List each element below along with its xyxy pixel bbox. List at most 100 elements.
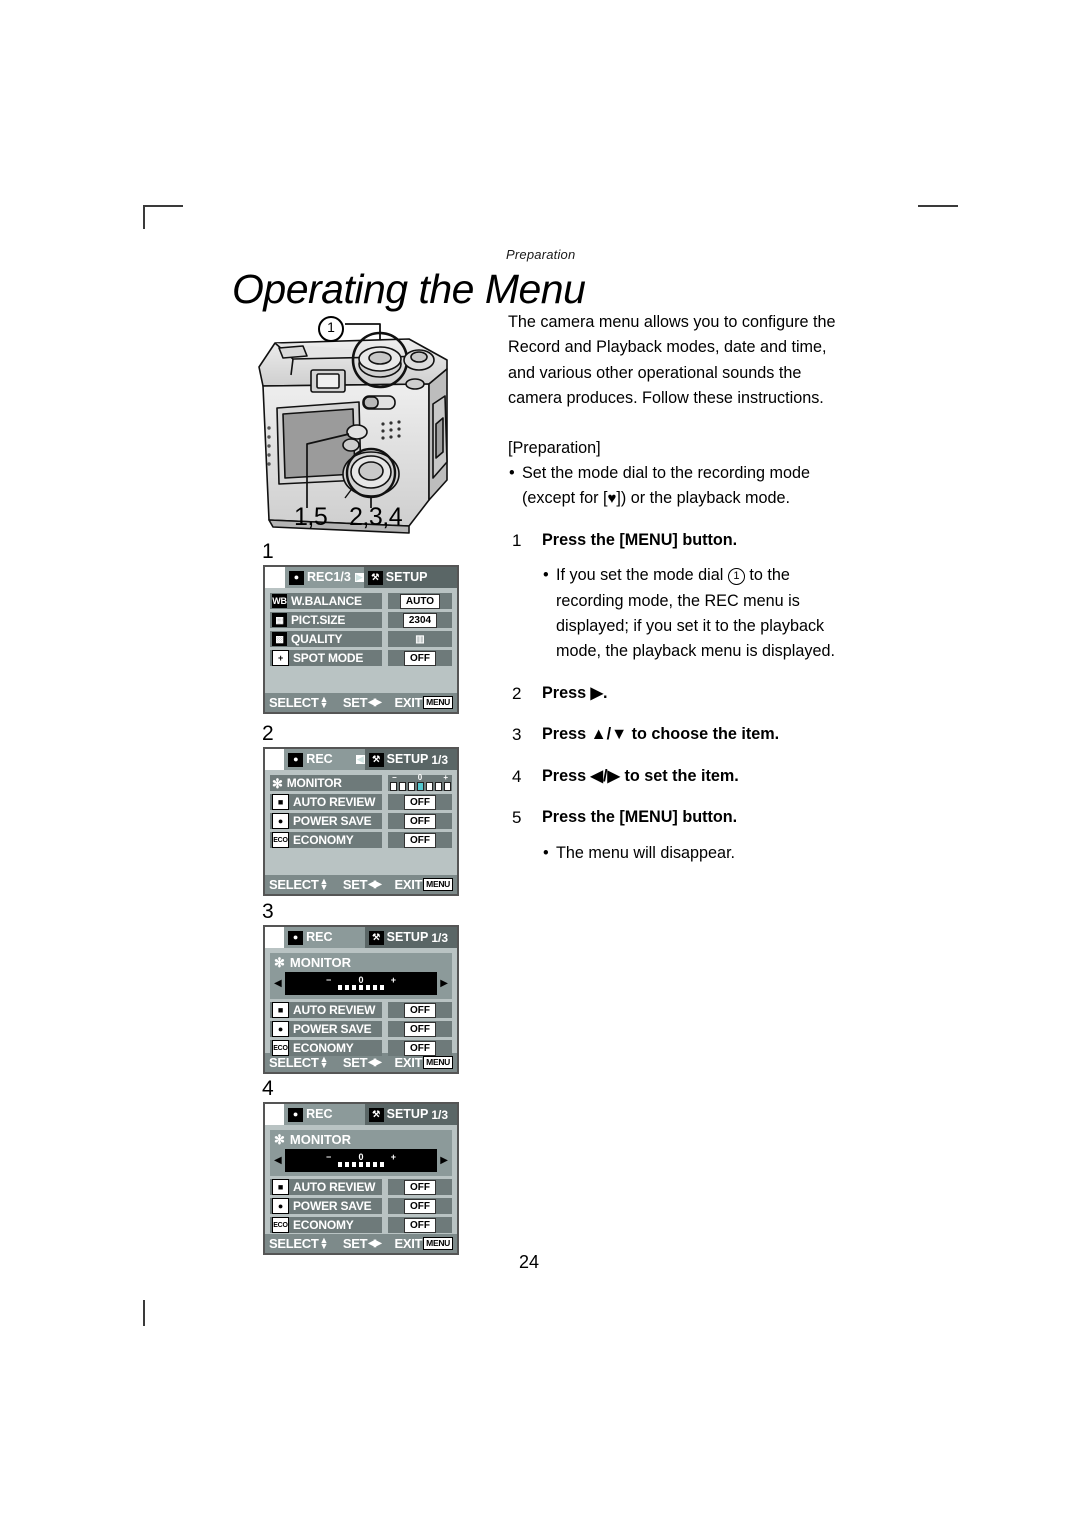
left-arrow-icon[interactable]: ◀ — [274, 1155, 282, 1166]
footer-set-label: SET — [342, 877, 368, 892]
auto-review-icon: ■ — [272, 794, 289, 810]
menu-row-spotmode[interactable]: + SPOT MODE OFF — [270, 650, 452, 666]
right-arrow-icon[interactable]: ▶ — [440, 1155, 448, 1166]
menu-row-powersave[interactable]: ● POWER SAVE OFF — [270, 1021, 452, 1037]
preparation-bullet-pre: (except for [ — [522, 489, 608, 508]
menu-key-icon: MENU — [423, 878, 453, 891]
slider-cells — [389, 782, 451, 791]
camera-icon: ● — [288, 1107, 304, 1122]
slider-cell — [389, 782, 397, 791]
menu-row-quality[interactable]: ▩ QUALITY ▥ — [270, 631, 452, 647]
monitor-track[interactable]: − 0 + — [284, 972, 438, 995]
menu-row-economy[interactable]: ECO ECONOMY OFF — [270, 1217, 452, 1233]
tab-setup-label: SETUP — [386, 1107, 429, 1122]
step-4-text: Press ◀/▶ to set the item. — [542, 766, 739, 785]
menu-row-value[interactable]: OFF — [388, 650, 452, 666]
menu-row-economy[interactable]: ECO ECONOMY OFF — [270, 1040, 452, 1056]
menu-row-text: QUALITY — [291, 632, 343, 646]
value-badge: OFF — [404, 832, 436, 848]
slider-cells — [338, 1162, 384, 1167]
step-4: 4 Press ◀/▶ to set the item. — [508, 764, 868, 789]
slider-minus-label: − — [392, 773, 397, 782]
menu-row-wbalance[interactable]: WB W.BALANCE AUTO — [270, 593, 452, 609]
screen-2-step-number: 2 — [262, 722, 274, 745]
menu-row-powersave[interactable]: ● POWER SAVE OFF — [270, 1198, 452, 1214]
tab-rec-1[interactable]: ● REC1/3 — [285, 567, 355, 588]
menu-row-label: ECO ECONOMY — [270, 832, 382, 848]
lcd-screen-4: ● REC ⚒ SETUP 1/3 ✻ MONITOR ◀ − 0 + ▶ ■ … — [263, 1102, 459, 1255]
menu-row-pictsize[interactable]: ▦ PICT.SIZE 2304 — [270, 612, 452, 628]
step-1-note: If you set the mode dial 1 to the record… — [508, 563, 868, 665]
menu-row-powersave[interactable]: ● POWER SAVE OFF — [270, 813, 452, 829]
crop-mark-bottom-left-vertical — [143, 1300, 145, 1326]
menu-row-value[interactable]: 2304 — [388, 612, 452, 628]
menu-row-value[interactable]: OFF — [388, 813, 452, 829]
slider-cell — [407, 782, 415, 791]
right-arrow-icon[interactable]: ▶ — [440, 978, 448, 989]
menu-row-value[interactable]: − 0 + — [388, 773, 452, 791]
label-menu-button: 1,5 — [294, 503, 328, 531]
footer-exit-label: EXIT — [394, 1055, 423, 1070]
tab-rec-4[interactable]: ● REC — [284, 1104, 365, 1125]
footer-set-label: SET — [342, 695, 368, 710]
menu-row-text: POWER SAVE — [293, 1022, 372, 1036]
menu-row-autoreview[interactable]: ■ AUTO REVIEW OFF — [270, 1002, 452, 1018]
menu-row-value[interactable]: OFF — [388, 1040, 452, 1056]
menu-row-value[interactable]: AUTO — [388, 593, 452, 609]
menu-row-value[interactable]: OFF — [388, 832, 452, 848]
footer-select: SELECT ▲ ▼ — [269, 1055, 328, 1070]
tab-setup-label: SETUP — [386, 752, 429, 767]
tab-setup-2[interactable]: ⚒ SETUP 1/3 — [364, 749, 458, 770]
up-down-arrow-icon: ▲ ▼ — [319, 876, 329, 892]
menu-row-monitor[interactable]: ✻ MONITOR − 0 + — [270, 773, 452, 791]
menu-row-value[interactable]: OFF — [388, 1002, 452, 1018]
menu-row-value[interactable]: ▥ — [388, 631, 452, 647]
monitor-slider-row[interactable]: ◀ − 0 + ▶ — [274, 1149, 448, 1172]
slider-cell — [359, 985, 363, 990]
menu-key-icon: MENU — [423, 696, 453, 709]
menu-row-value[interactable]: OFF — [388, 1179, 452, 1195]
menu-key-icon: MENU — [423, 1056, 453, 1069]
menu-row-autoreview[interactable]: ■ AUTO REVIEW OFF — [270, 1179, 452, 1195]
value-badge: OFF — [404, 1217, 436, 1233]
tools-icon: ⚒ — [367, 570, 383, 585]
left-arrow-icon[interactable]: ◀ — [274, 978, 282, 989]
monitor-slider-row[interactable]: ◀ − 0 + ▶ — [274, 972, 448, 995]
menu-row-text: AUTO REVIEW — [293, 1180, 376, 1194]
menu-row-text: SPOT MODE — [293, 651, 364, 665]
tab-setup-4[interactable]: ⚒ SETUP 1/3 — [364, 1104, 457, 1125]
menu-row-autoreview[interactable]: ■ AUTO REVIEW OFF — [270, 794, 452, 810]
monitor-expanded-3[interactable]: ✻ MONITOR ◀ − 0 + ▶ — [270, 953, 452, 999]
monitor-slider-mini[interactable]: − 0 + — [388, 773, 452, 791]
tab-rec-2[interactable]: ● REC — [284, 749, 356, 770]
slider-cells — [338, 985, 384, 990]
slider-cell — [425, 782, 433, 791]
screen-3-header: ● REC ⚒ SETUP 1/3 — [265, 927, 457, 948]
menu-row-value[interactable]: OFF — [388, 1217, 452, 1233]
step-2-number: 2 — [512, 683, 522, 703]
value-badge: AUTO — [399, 593, 441, 609]
monitor-track[interactable]: − 0 + — [284, 1149, 438, 1172]
menu-row-value[interactable]: OFF — [388, 794, 452, 810]
slider-marks: − 0 + — [392, 773, 448, 782]
slider-cell — [359, 1162, 363, 1167]
menu-row-text: POWER SAVE — [293, 1199, 372, 1213]
intro-line-3: and various other operational sounds the — [508, 363, 802, 382]
screen-1-step-number: 1 — [262, 540, 274, 563]
menu-row-economy[interactable]: ECO ECONOMY OFF — [270, 832, 452, 848]
footer-exit: EXIT MENU — [394, 878, 453, 891]
left-right-arrow-icon: ◀▶ — [368, 878, 381, 890]
tab-rec-3[interactable]: ● REC — [284, 927, 365, 948]
footer-select-label: SELECT — [269, 1055, 319, 1070]
page-indicator: 1/3 — [431, 930, 448, 945]
quality-value-icon: ▥ — [415, 633, 425, 645]
menu-row-value[interactable]: OFF — [388, 1021, 452, 1037]
up-down-arrow-icon: ▲ ▼ — [319, 1235, 329, 1251]
monitor-expanded-4[interactable]: ✻ MONITOR ◀ − 0 + ▶ — [270, 1130, 452, 1176]
slider-cell — [373, 985, 377, 990]
footer-exit-label: EXIT — [394, 695, 423, 710]
tab-setup-1[interactable]: ⚒ SETUP — [363, 567, 457, 588]
menu-row-value[interactable]: OFF — [388, 1198, 452, 1214]
power-save-icon: ● — [272, 813, 289, 829]
tab-setup-3[interactable]: ⚒ SETUP 1/3 — [364, 927, 457, 948]
